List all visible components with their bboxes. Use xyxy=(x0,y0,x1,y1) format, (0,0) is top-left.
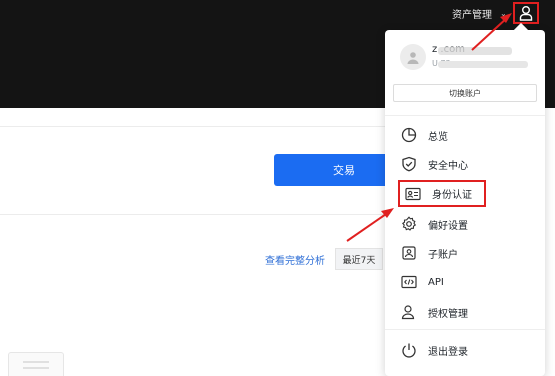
avatar-person-icon xyxy=(407,51,419,64)
menu-item-identity-verification[interactable]: 身份认证 xyxy=(398,180,486,207)
menu-item-label: 子账户 xyxy=(428,249,458,261)
menu-item-logout[interactable]: 退出登录 xyxy=(400,339,540,361)
menu-item-overview[interactable]: 总览 xyxy=(400,124,540,146)
menu-item-security-center[interactable]: 安全中心 xyxy=(400,153,540,175)
gear-icon xyxy=(400,215,418,233)
sub-account-icon xyxy=(400,244,418,262)
user-key-icon xyxy=(400,303,418,321)
menu-item-label: API xyxy=(428,276,444,288)
menu-item-label: 退出登录 xyxy=(428,346,468,358)
asset-management-label: 资产管理 xyxy=(452,9,492,21)
user-account-button[interactable] xyxy=(513,2,539,24)
menu-item-api[interactable]: API xyxy=(400,271,540,293)
asset-management-menu[interactable]: 资产管理 ⌄ xyxy=(452,6,507,21)
id-card-icon xyxy=(404,185,422,203)
menu-item-label: 身份认证 xyxy=(432,190,472,201)
date-range-select[interactable]: 最近7天 xyxy=(335,248,383,270)
chevron-down-icon: ⌄ xyxy=(500,8,507,18)
switch-account-button[interactable]: 切换账户 xyxy=(393,84,537,102)
menu-item-label: 总览 xyxy=(428,131,448,143)
pie-chart-icon xyxy=(400,126,418,144)
uid-redaction xyxy=(438,61,528,68)
menu-item-authorization[interactable]: 授权管理 xyxy=(400,301,540,323)
dropdown-divider xyxy=(385,329,545,330)
content-divider xyxy=(0,126,385,127)
content-divider xyxy=(0,214,385,215)
power-icon xyxy=(400,341,418,359)
menu-item-sub-account[interactable]: 子账户 xyxy=(400,242,540,264)
dropdown-divider xyxy=(385,115,545,116)
menu-item-label: 偏好设置 xyxy=(428,220,468,232)
menu-item-preferences[interactable]: 偏好设置 xyxy=(400,213,540,235)
full-analysis-link[interactable]: 查看完整分析 xyxy=(265,252,325,267)
api-icon xyxy=(400,273,418,291)
email-redaction xyxy=(438,47,512,55)
account-info: z .com U 73 xyxy=(398,42,538,74)
avatar xyxy=(400,44,426,70)
menu-item-label: 安全中心 xyxy=(428,160,468,172)
menu-item-label: 授权管理 xyxy=(428,308,468,320)
user-icon xyxy=(519,6,533,21)
document-icon xyxy=(8,352,64,376)
shield-check-icon xyxy=(400,155,418,173)
